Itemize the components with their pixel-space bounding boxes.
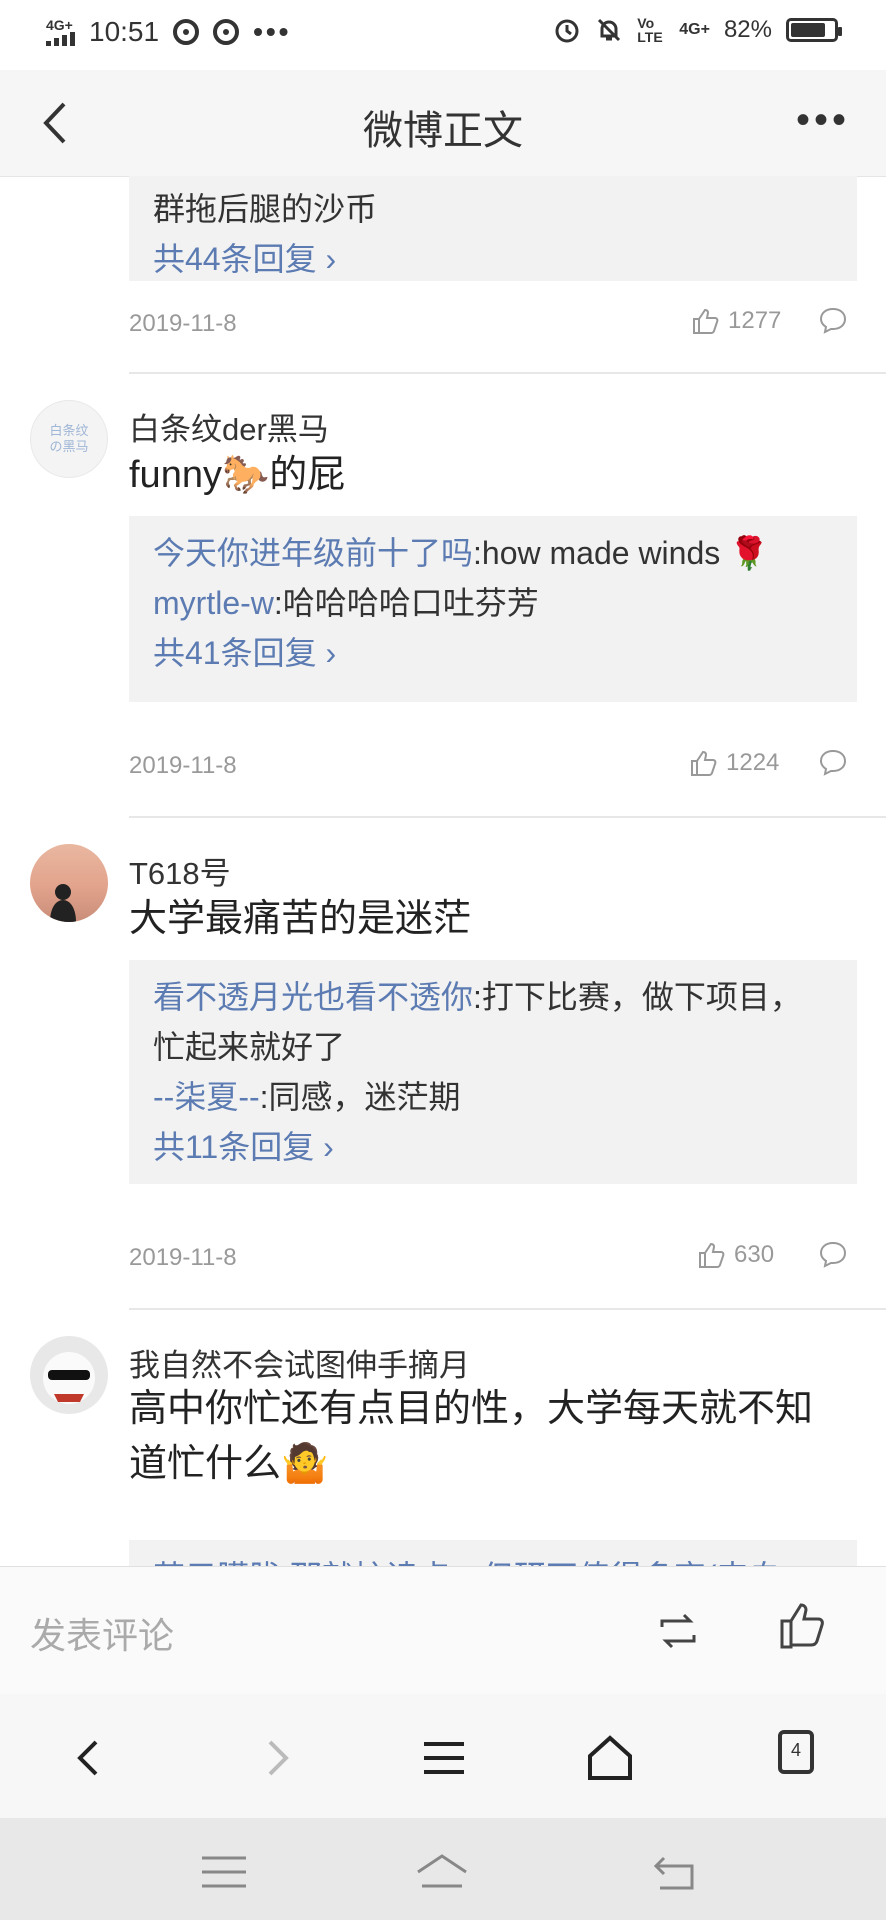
repost-icon[interactable]: [654, 1607, 702, 1655]
system-navigation-bar: [0, 1818, 886, 1920]
reply-bubble-icon[interactable]: [818, 306, 848, 336]
reply-username[interactable]: 今天你进年级前十了吗: [153, 535, 473, 571]
reply-text: 若元朦胧:那就忙读点，但研不值得多变(来自: [153, 1552, 833, 1566]
top-navigation-bar: 微博正文 •••: [0, 70, 886, 177]
thumbs-up-icon: [693, 308, 719, 334]
avatar-bear-with-sunglasses: [43, 1352, 95, 1404]
avatar[interactable]: [30, 844, 108, 922]
signal-icon: [46, 32, 75, 46]
avatar[interactable]: 白条纹の黑马: [30, 400, 108, 478]
like-count: 1277: [728, 307, 782, 334]
avatar[interactable]: [30, 1336, 108, 1414]
comment-item: T618号 大学最痛苦的是迷茫 看不透月光也看不透你:打下比赛，做下项目，忙起来…: [0, 818, 886, 1310]
comment-item: 我自然不会试图伸手摘月 高中你忙还有点目的性，大学每天就不知道忙什么🤷 若元朦胧…: [0, 1310, 886, 1566]
comment-input-bar: 发表评论: [0, 1566, 886, 1695]
reply-bubble-icon[interactable]: [818, 748, 848, 778]
recent-apps-icon[interactable]: [196, 1850, 252, 1894]
comment-item: 群拖后腿的沙币 共44条回复 › 2019-11-8 1277: [0, 176, 886, 374]
more-replies-link[interactable]: 共11条回复 ›: [153, 1122, 833, 1172]
reply-text: :哈哈哈哈口吐芬芳: [273, 585, 539, 621]
reply-line: 今天你进年级前十了吗:how made winds 🌹: [153, 528, 833, 578]
avatar-text: 白条纹の黑马: [49, 423, 89, 454]
tabs-button[interactable]: 4: [778, 1730, 814, 1774]
page-title: 微博正文: [363, 109, 523, 153]
comment-feed: 群拖后腿的沙币 共44条回复 › 2019-11-8 1277 白条纹の黑马 白…: [0, 176, 886, 1566]
reply-text: :同感，迷茫期: [259, 1079, 461, 1115]
reply-box[interactable]: 若元朦胧:那就忙读点，但研不值得多变(来自: [129, 1540, 857, 1566]
network-type: 4G+: [46, 17, 73, 33]
more-replies-link[interactable]: 共44条回复 ›: [153, 234, 833, 284]
reply-line: --柒夏--:同感，迷茫期: [153, 1072, 833, 1122]
browser-toolbar: 4: [0, 1694, 886, 1818]
reply-text: :how made winds 🌹: [473, 535, 769, 571]
like-count: 1224: [726, 749, 780, 776]
chrome-icon-2: [213, 19, 240, 45]
browser-forward-icon[interactable]: [248, 1730, 304, 1786]
comment-text: funny🐎的屁: [129, 454, 346, 496]
menu-icon[interactable]: [416, 1730, 472, 1786]
username[interactable]: 白条纹der黑马: [129, 404, 329, 449]
comment-text: 大学最痛苦的是迷茫: [129, 898, 472, 940]
comment-date: 2019-11-8: [129, 1244, 237, 1271]
reply-bubble-icon[interactable]: [818, 1240, 848, 1270]
like-button[interactable]: 1277: [690, 306, 781, 336]
thumbs-up-icon[interactable]: [776, 1599, 828, 1651]
username[interactable]: 我自然不会试图伸手摘月: [129, 1340, 470, 1385]
thumbs-up-icon: [691, 750, 717, 776]
volte-label: Vo LTE: [637, 15, 663, 45]
mute-bell-icon: [598, 18, 621, 42]
comment-date: 2019-11-8: [129, 752, 237, 779]
thumbs-up-icon: [699, 1242, 725, 1268]
browser-back-icon[interactable]: [62, 1730, 118, 1786]
reply-username[interactable]: 看不透月光也看不透你: [153, 979, 473, 1015]
reply-username[interactable]: --柒夏--: [153, 1079, 260, 1115]
comment-input[interactable]: 发表评论: [30, 1607, 174, 1659]
network-type-right: 4G+: [679, 21, 710, 38]
like-button[interactable]: 630: [696, 1240, 774, 1270]
reply-username[interactable]: myrtle-w: [153, 585, 274, 621]
comment-date: 2019-11-8: [129, 310, 237, 337]
like-count: 630: [734, 1241, 775, 1268]
reply-line: myrtle-w:哈哈哈哈口吐芬芳: [153, 578, 833, 628]
chrome-icon: [173, 19, 200, 45]
battery-percent: 82%: [723, 16, 772, 43]
reply-box[interactable]: 今天你进年级前十了吗:how made winds 🌹 myrtle-w:哈哈哈…: [129, 516, 857, 702]
more-options-icon[interactable]: •••: [796, 98, 850, 143]
comment-text: 高中你忙还有点目的性，大学每天就不知道忙什么🤷: [129, 1388, 814, 1485]
status-bar: 4G+ 10:51 ••• Vo LTE 4G+ 82%: [0, 0, 886, 70]
avatar-silhouette: [50, 884, 76, 922]
system-home-icon[interactable]: [414, 1850, 470, 1894]
more-replies-link[interactable]: 共41条回复 ›: [153, 628, 833, 678]
comment-item: 白条纹の黑马 白条纹der黑马 funny🐎的屁 今天你进年级前十了吗:how …: [0, 374, 886, 818]
battery-icon: [786, 18, 842, 42]
alarm-icon: [555, 19, 579, 43]
home-icon[interactable]: [582, 1730, 638, 1786]
like-button[interactable]: 1224: [688, 748, 779, 778]
clock: 10:51: [89, 16, 160, 47]
more-notifications-icon: •••: [253, 16, 292, 47]
reply-line: 看不透月光也看不透你:打下比赛，做下项目，忙起来就好了: [153, 972, 833, 1072]
system-back-icon[interactable]: [648, 1850, 704, 1894]
reply-box[interactable]: 群拖后腿的沙币 共44条回复 ›: [129, 176, 857, 281]
username[interactable]: T618号: [129, 848, 231, 893]
reply-text: 群拖后腿的沙币: [153, 191, 378, 227]
reply-box[interactable]: 看不透月光也看不透你:打下比赛，做下项目，忙起来就好了 --柒夏--:同感，迷茫…: [129, 960, 857, 1184]
